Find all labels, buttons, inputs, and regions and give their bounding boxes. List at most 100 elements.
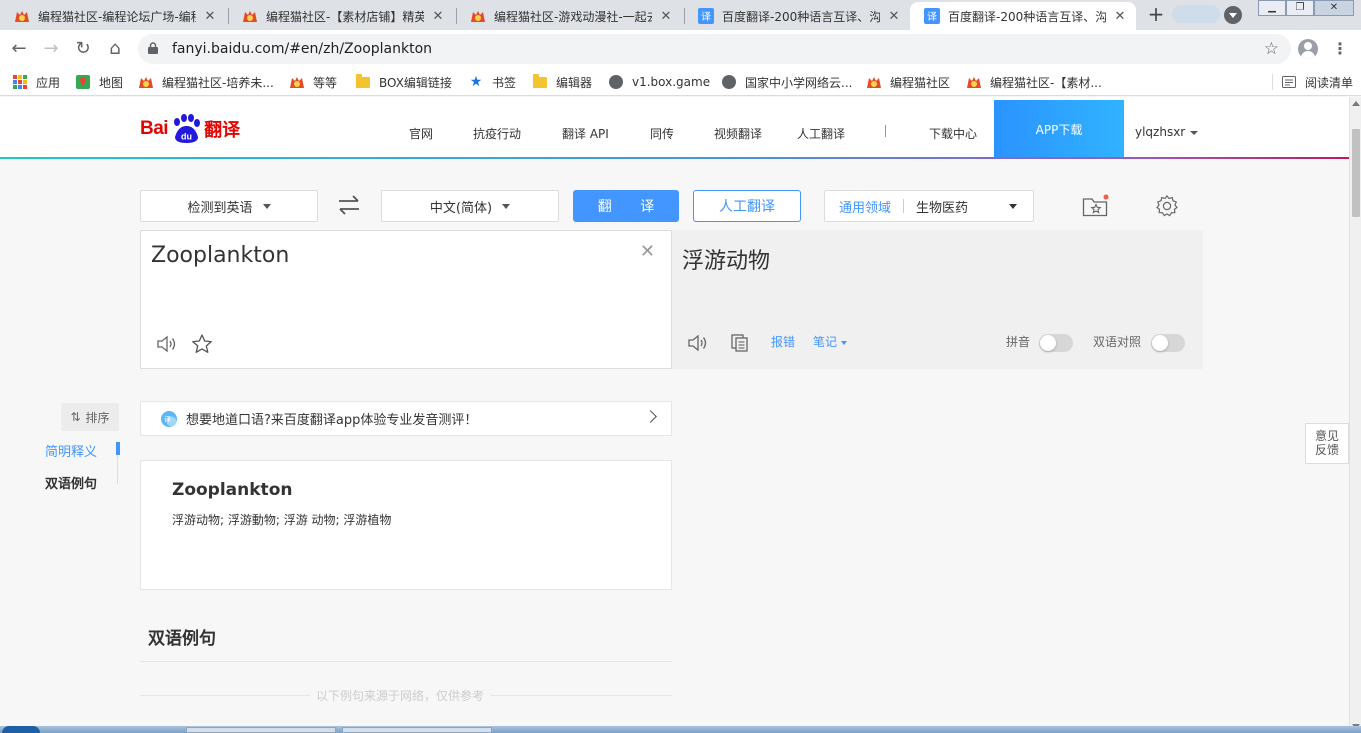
bookmark-label: 国家中小学网络云... bbox=[745, 75, 853, 90]
bookmark-editor[interactable]: 编辑器 bbox=[532, 73, 592, 91]
codemao-icon bbox=[289, 74, 305, 90]
browser-tab[interactable]: 编程猫社区-【素材店铺】精英 ✕ bbox=[228, 2, 454, 30]
bookmark-codemao[interactable]: 编程猫社区-培养未... bbox=[138, 73, 274, 91]
bilingual-label: 双语对照 bbox=[1093, 335, 1142, 349]
source-speaker-icon[interactable] bbox=[156, 334, 178, 354]
bookmark-codemao-community[interactable]: 编程猫社区 bbox=[866, 73, 950, 91]
browser-toolbar: ← → ↻ ⌂ fanyi.baidu.com/#en/zh/Zooplankt… bbox=[0, 30, 1361, 68]
browser-tab-active[interactable]: 译 百度翻译-200种语言互译、沟 ✕ bbox=[910, 2, 1136, 30]
bookmark-national-cloud[interactable]: 国家中小学网络云... bbox=[721, 73, 852, 91]
folder-icon bbox=[355, 73, 371, 90]
reload-icon[interactable]: ↻ bbox=[73, 39, 93, 59]
domain-label: 通用领域 bbox=[839, 200, 892, 216]
baidu-translate-logo[interactable]: Bai du 翻译 bbox=[140, 113, 240, 145]
close-tab-icon[interactable]: ✕ bbox=[430, 9, 446, 24]
nav-download-center[interactable]: 下载中心 bbox=[929, 125, 977, 142]
taskbar-button[interactable] bbox=[186, 727, 336, 733]
back-icon[interactable]: ← bbox=[9, 39, 29, 59]
app-promo-banner[interactable]: 译 想要地道口语?来百度翻译app体验专业发音测评！ bbox=[140, 401, 672, 436]
taskbar-button[interactable] bbox=[342, 727, 492, 733]
home-icon[interactable]: ⌂ bbox=[105, 39, 125, 59]
scroll-thumb[interactable] bbox=[1352, 129, 1360, 217]
sidebar-item-brief-definition[interactable]: 简明释义 bbox=[45, 441, 97, 460]
sort-label: 排序 bbox=[85, 410, 110, 425]
address-bar[interactable]: fanyi.baidu.com/#en/zh/Zooplankton ☆ bbox=[138, 34, 1291, 64]
target-language-select[interactable]: 中文(简体) bbox=[381, 190, 559, 222]
close-tab-icon[interactable]: ✕ bbox=[1112, 9, 1128, 24]
swap-languages-icon[interactable] bbox=[336, 194, 362, 216]
target-speaker-icon[interactable] bbox=[687, 333, 709, 353]
source-text[interactable]: Zooplankton bbox=[151, 243, 289, 268]
source-language-select[interactable]: 检测到英语 bbox=[140, 190, 318, 222]
favorite-star-icon[interactable] bbox=[191, 333, 213, 355]
pinyin-label: 拼音 bbox=[1006, 335, 1031, 349]
baidu-paw-icon: du bbox=[174, 114, 201, 143]
sort-button[interactable]: ⇅ 排序 bbox=[61, 403, 119, 431]
pinyin-toggle[interactable] bbox=[1039, 334, 1073, 352]
forward-icon[interactable]: → bbox=[41, 39, 61, 59]
source-input-panel[interactable]: Zooplankton ✕ bbox=[140, 230, 672, 369]
bookmark-label: 应用 bbox=[36, 75, 61, 90]
start-button[interactable] bbox=[2, 726, 40, 733]
report-error-link[interactable]: 报错 bbox=[771, 333, 795, 350]
reading-list[interactable]: 阅读清单 bbox=[1272, 73, 1353, 91]
site-header: Bai du 翻译 官网 抗疫行动 翻译 API 同传 视频翻译 人工翻译 下载… bbox=[0, 97, 1349, 159]
menu-kebab-icon[interactable]: ⋮ bbox=[1332, 39, 1348, 58]
reading-list-label: 阅读清单 bbox=[1305, 75, 1354, 90]
close-window-icon[interactable]: ✕ bbox=[1314, 0, 1354, 16]
feedback-line2: 反馈 bbox=[1314, 443, 1339, 457]
clear-input-icon[interactable]: ✕ bbox=[640, 243, 655, 261]
browser-tab[interactable]: 编程猫社区-游戏动漫社-一起去 ✕ bbox=[456, 2, 682, 30]
logo-du: du bbox=[181, 132, 192, 142]
sidebar-active-marker bbox=[116, 442, 120, 455]
folder-icon bbox=[532, 73, 548, 90]
scroll-up-icon[interactable] bbox=[1352, 101, 1360, 106]
bookmark-box-links[interactable]: BOX编辑链接 bbox=[355, 73, 452, 91]
browser-tab[interactable]: 编程猫社区-编程论坛广场-编程 ✕ bbox=[0, 2, 226, 30]
translate-button[interactable]: 翻 译 bbox=[573, 190, 679, 222]
close-tab-icon[interactable]: ✕ bbox=[658, 9, 674, 24]
tab-search-icon[interactable] bbox=[1224, 6, 1242, 24]
bookmark-label: 编程猫社区-培养未... bbox=[162, 75, 274, 90]
tab-title: 编程猫社区-【素材店铺】精英 bbox=[266, 9, 424, 24]
brief-definition-card: Zooplankton 浮游动物; 浮游動物; 浮游 动物; 浮游植物 bbox=[140, 460, 672, 590]
domain-select[interactable]: 通用领域 生物医药 bbox=[824, 190, 1034, 222]
nav-translate-api[interactable]: 翻译 API bbox=[562, 125, 609, 142]
bookmark-codemao-assets[interactable]: 编程猫社区-【素材... bbox=[966, 73, 1102, 91]
bookmark-star-icon[interactable]: ☆ bbox=[1264, 39, 1279, 59]
page-scrollbar[interactable] bbox=[1349, 97, 1361, 733]
sidebar-item-bilingual-examples[interactable]: 双语例句 bbox=[45, 473, 97, 492]
nav-official-site[interactable]: 官网 bbox=[409, 125, 433, 142]
close-tab-icon[interactable]: ✕ bbox=[202, 9, 218, 24]
app-download-button[interactable]: APP下载 bbox=[994, 100, 1124, 159]
copy-icon[interactable] bbox=[729, 333, 751, 353]
new-tab-icon[interactable]: + bbox=[1145, 4, 1167, 26]
maximize-icon[interactable]: ❐ bbox=[1286, 0, 1314, 16]
favorites-folder-icon[interactable] bbox=[1082, 194, 1110, 218]
star-icon: ★ bbox=[469, 74, 483, 90]
feedback-button[interactable]: 意见 反馈 bbox=[1305, 423, 1349, 464]
settings-gear-icon[interactable] bbox=[1155, 194, 1179, 218]
close-tab-icon[interactable]: ✕ bbox=[886, 9, 902, 24]
bookmark-bookmarks[interactable]: ★ 书签 bbox=[468, 73, 516, 91]
bilingual-toggle[interactable] bbox=[1151, 334, 1185, 352]
codemao-icon bbox=[470, 8, 486, 24]
examples-section-title: 双语例句 bbox=[148, 629, 216, 649]
bookmark-maps[interactable]: 地图 bbox=[75, 73, 123, 91]
nav-epidemic[interactable]: 抗疫行动 bbox=[473, 125, 521, 142]
profile-avatar-icon[interactable] bbox=[1298, 39, 1318, 59]
human-translate-button[interactable]: 人工翻译 bbox=[693, 190, 801, 222]
nav-simultaneous[interactable]: 同传 bbox=[650, 125, 674, 142]
bookmark-apps[interactable]: 应用 bbox=[12, 73, 60, 91]
bookmark-label: v1.box.game bbox=[632, 75, 711, 89]
bookmark-etc[interactable]: 等等 bbox=[289, 73, 337, 91]
notes-dropdown[interactable]: 笔记 bbox=[813, 333, 848, 350]
bookmark-boxgame[interactable]: v1.box.game bbox=[608, 73, 710, 91]
headword: Zooplankton bbox=[172, 480, 293, 500]
source-language-label: 检测到英语 bbox=[187, 200, 253, 216]
minimize-icon[interactable]: ▁ bbox=[1258, 0, 1286, 16]
browser-tab[interactable]: 译 百度翻译-200种语言互译、沟 ✕ bbox=[684, 2, 910, 30]
user-menu[interactable]: ylqzhsxr bbox=[1135, 125, 1198, 139]
nav-human-translate[interactable]: 人工翻译 bbox=[797, 125, 845, 142]
nav-video-translate[interactable]: 视频翻译 bbox=[714, 125, 762, 142]
